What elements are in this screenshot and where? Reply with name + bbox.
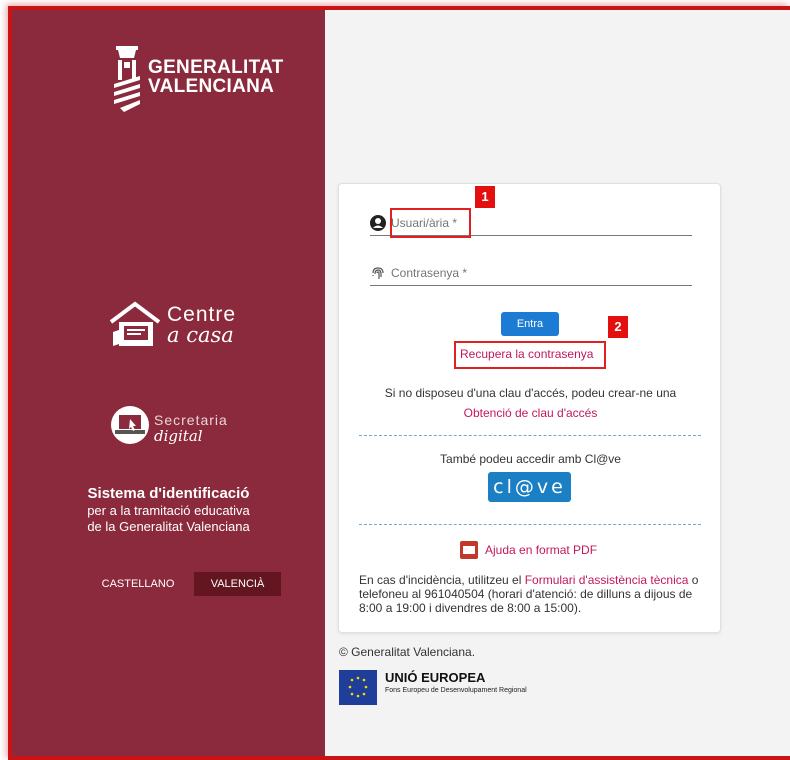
login-card: Usuari/ària * 1 Contrasenya * Entra 2 Re…	[338, 183, 721, 633]
no-key-text: Si no disposeu d'una clau d'accés, podeu…	[384, 386, 677, 400]
secretaria-line-2: digital	[154, 427, 203, 445]
pdf-icon	[460, 541, 478, 559]
browser-frame: GENERALITAT VALENCIANA Centre a casa Sec…	[0, 0, 790, 760]
annotation-badge-1: 1	[475, 186, 495, 208]
language-valencia-button[interactable]: VALENCIÀ	[194, 572, 281, 596]
pdf-help-label: Ajuda en format PDF	[485, 543, 598, 557]
sidebar	[12, 10, 325, 756]
copyright: © Generalitat Valenciana.	[339, 645, 476, 659]
password-field[interactable]: Contrasenya *	[370, 262, 692, 286]
annotation-box-1	[390, 208, 471, 238]
eu-flag-icon	[339, 670, 377, 705]
eu-subtitle: Fons Europeu de Desenvolupament Regional	[385, 687, 527, 694]
user-circle-icon	[370, 215, 386, 231]
clave-text: També podeu accedir amb Cl@ve	[440, 452, 621, 466]
separator	[359, 435, 701, 436]
fingerprint-icon	[372, 267, 384, 279]
submit-button[interactable]: Entra	[501, 312, 559, 336]
generalitat-logo: GENERALITAT VALENCIANA	[110, 44, 300, 114]
eu-banner: UNIÓ EUROPEA Fons Europeu de Desenvolupa…	[339, 670, 527, 705]
recover-password-link[interactable]: Recupera la contrasenya	[460, 347, 593, 361]
centre-a-casa-logo: Centre a casa	[107, 300, 257, 360]
annotation-badge-2: 2	[608, 316, 628, 338]
logo-line-2: VALENCIANA	[148, 76, 275, 97]
clave-button[interactable]: cl@ve	[488, 472, 571, 502]
secretaria-digital-logo: Secretaria digital	[108, 400, 258, 460]
secretaria-line-1: Secretaria	[154, 412, 228, 428]
separator	[359, 524, 701, 525]
logo-line-1: GENERALITAT	[148, 57, 284, 78]
coat-of-arms-icon	[114, 46, 140, 112]
pdf-help-link[interactable]: Ajuda en format PDF	[460, 540, 597, 560]
eu-title: UNIÓ EUROPEA	[385, 670, 486, 685]
centre-line-2: a casa	[167, 323, 234, 347]
system-description: Sistema d'identificació per a la tramita…	[12, 485, 325, 535]
incident-prefix: En cas d'incidència, utilitzeu el	[359, 573, 525, 587]
house-computer-icon	[109, 301, 161, 346]
language-castellano-button[interactable]: CASTELLANO	[92, 572, 184, 596]
assistance-form-link[interactable]: Formulari d'assistència tècnica	[525, 573, 689, 587]
system-title: Sistema d'identificació	[87, 485, 250, 502]
password-placeholder: Contrasenya *	[391, 266, 468, 280]
laptop-cursor-icon	[111, 406, 149, 444]
system-subtitle-2: de la Generalitat Valenciana	[87, 519, 250, 534]
incident-text: En cas d'incidència, utilitzeu el Formul…	[359, 573, 709, 615]
system-subtitle-1: per a la tramitació educativa	[87, 503, 250, 518]
get-access-key-link[interactable]: Obtenció de clau d'accés	[339, 406, 722, 420]
